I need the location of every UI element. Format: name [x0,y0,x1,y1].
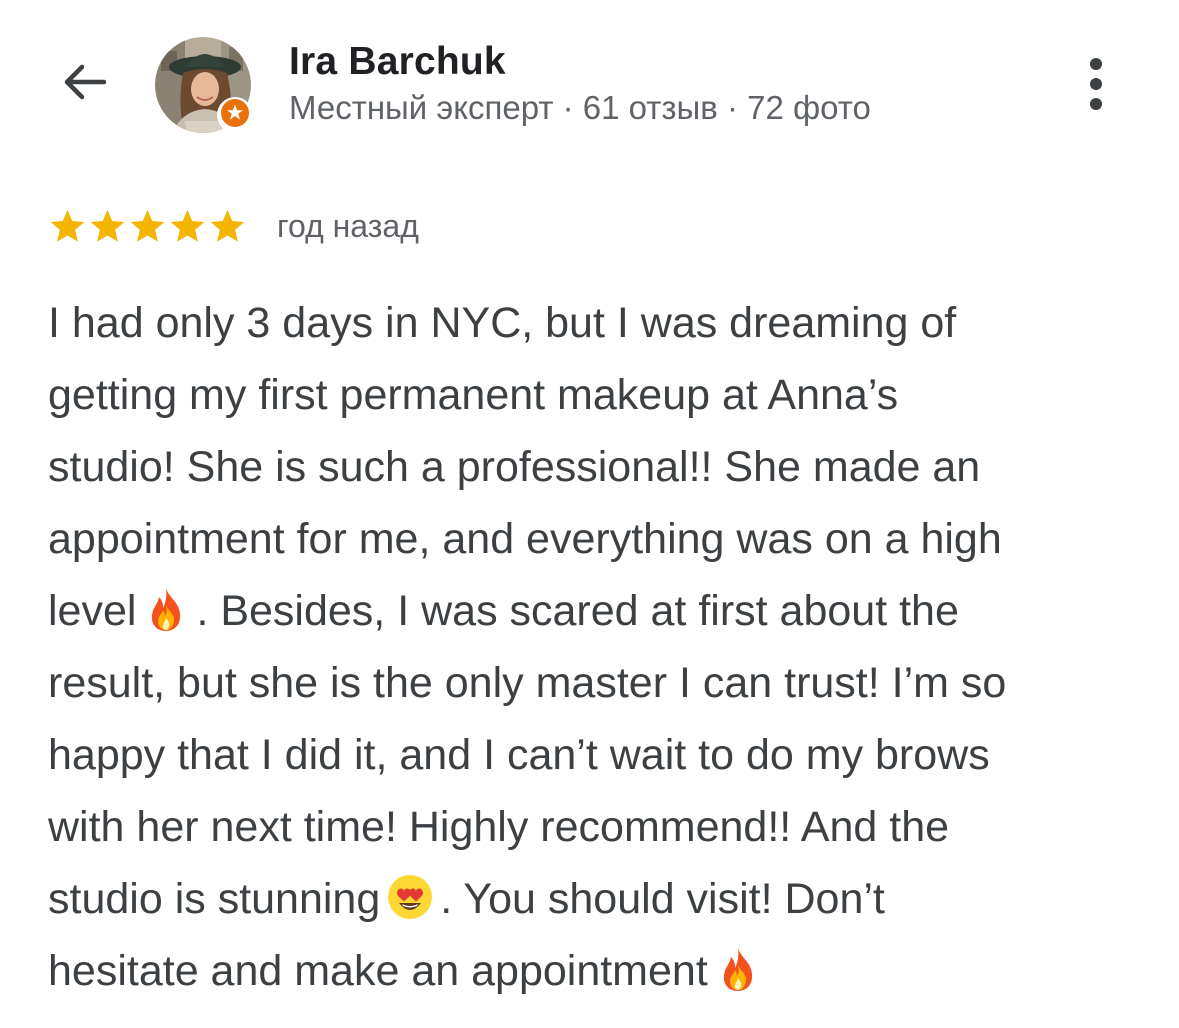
star-icon [50,209,85,242]
heart-eyes-emoji-icon [388,875,433,919]
star-rating [48,207,247,246]
review-line: with her next time! Highly recommend!! A… [48,803,950,851]
back-button[interactable] [52,52,116,116]
star-icon [170,209,205,242]
arrow-back-icon [58,56,110,113]
review-line: studio! She is such a professional!! She… [48,443,981,491]
review-segment: . Besides, I was scared at first about t… [196,587,959,635]
review-segment: studio is stunning [48,875,381,923]
fire-emoji-icon [723,948,752,991]
review-line: getting my first permanent makeup at Ann… [48,371,899,419]
star-icon [90,209,125,242]
author-meta: Местный эксперт · 61 отзыв · 72 фото [289,89,871,126]
review-line: appointment for me, and everything was o… [48,515,1002,563]
review-line: happy that I did it, and I can’t wait to… [48,731,990,779]
local-guide-star-icon [220,98,250,133]
local-guide-badge [217,97,253,133]
rating-row: год назад [48,204,419,248]
review-segment: level [48,587,137,635]
review-time: год назад [277,207,419,244]
review-line: level . Besides, I was scared at first a… [48,575,1158,647]
more-options-button[interactable] [1072,54,1120,118]
review-segment: . You should visit! Don’t [440,875,885,923]
review-line: I had only 3 days in NYC, but I was drea… [48,299,957,347]
star-icon [210,209,245,242]
review-line: studio is stunning . You should visit! D… [48,863,1158,935]
more-vertical-icon [1086,54,1106,119]
avatar[interactable] [155,37,253,135]
author-name[interactable]: Ira Barchuk [289,40,506,84]
fire-emoji-icon [152,588,181,631]
review-line: hesitate and make an appointment [48,935,1158,1007]
star-icon [130,209,165,242]
review-text: I had only 3 days in NYC, but I was drea… [48,287,1158,1007]
review-segment: hesitate and make an appointment [48,947,708,995]
review-line: result, but she is the only master I can… [48,659,1007,707]
